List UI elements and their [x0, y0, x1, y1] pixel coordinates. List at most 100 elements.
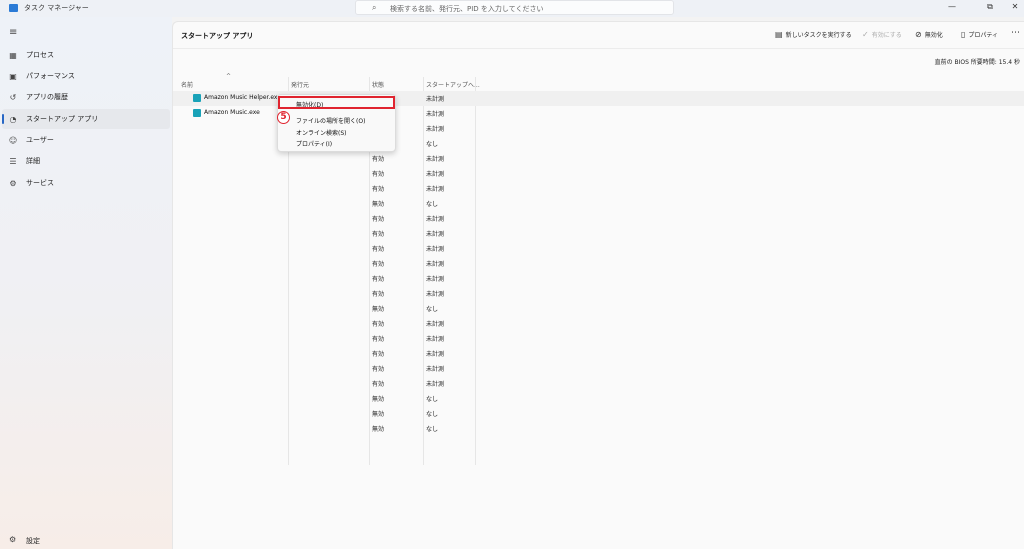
impact-cell: 未計測	[426, 111, 445, 118]
impact-cell: 未計測	[426, 246, 445, 253]
status-cell: 有効	[372, 321, 385, 328]
column-header-name[interactable]: 名前	[181, 80, 193, 89]
bios-time: 直前の BIOS 所要時間: 15.4 秒	[934, 59, 1020, 66]
table-row[interactable]: 有効 未計測	[173, 316, 1024, 331]
table-row[interactable]: 有効 未計測	[173, 151, 1024, 166]
impact-cell: なし	[426, 141, 439, 148]
table-row[interactable]: 有効 未計測	[173, 181, 1024, 196]
sidebar-item-label: ユーザー	[26, 136, 54, 144]
column-header-startup-impact[interactable]: スタートアップへ...	[426, 80, 480, 89]
disable-label: 無効化	[924, 32, 943, 39]
menu-item-properties[interactable]: プロパティ(I)	[296, 139, 332, 148]
sidebar-item-startup-apps[interactable]: ◔ スタートアップ アプリ	[2, 109, 170, 129]
menu-item-open-file-location[interactable]: ファイルの場所を開く(O)	[296, 116, 365, 125]
table-row[interactable]: 無効 なし	[173, 406, 1024, 421]
impact-cell: 未計測	[426, 96, 445, 103]
sort-ascending-icon: ^	[226, 73, 232, 80]
table-row[interactable]: 有効 未計測	[173, 376, 1024, 391]
menu-item-search-online[interactable]: オンライン検索(S)	[296, 128, 347, 137]
sidebar-item-app-history[interactable]: ↺ アプリの履歴	[0, 87, 172, 107]
new-task-button[interactable]: ▤ 新しいタスクを実行する	[775, 30, 852, 39]
sidebar-item-label: 詳細	[26, 157, 40, 165]
sidebar-item-label: プロセス	[26, 51, 54, 59]
impact-cell: 未計測	[426, 126, 445, 133]
table-row[interactable]: 無効 なし	[173, 391, 1024, 406]
properties-button[interactable]: ▯ プロパティ	[961, 30, 998, 39]
sidebar-item-label: サービス	[26, 179, 54, 187]
table-row[interactable]: 有効 未計測	[173, 256, 1024, 271]
table-row[interactable]: 有効 未計測	[173, 226, 1024, 241]
table-row[interactable]: 無効 なし	[173, 301, 1024, 316]
status-cell: 有効	[372, 231, 385, 238]
step-number-badge: 5	[277, 111, 290, 124]
app-name: Amazon Music.exe	[204, 109, 260, 116]
app-icon	[193, 94, 201, 102]
impact-cell: なし	[426, 201, 439, 208]
header-divider	[173, 48, 1024, 49]
users-icon: ☺	[8, 135, 18, 145]
speedometer-icon: ◔	[9, 114, 17, 124]
status-cell: 無効	[372, 426, 385, 433]
more-options-button[interactable]: ⋯	[1011, 28, 1020, 38]
sidebar-item-users[interactable]: ☺ ユーザー	[0, 130, 172, 150]
enable-button[interactable]: ✓ 有効にする	[862, 30, 902, 39]
app-name: Amazon Music Helper.exe	[204, 94, 281, 101]
status-cell: 有効	[372, 351, 385, 358]
status-cell: 有効	[372, 336, 385, 343]
table-row[interactable]: 有効 未計測	[173, 331, 1024, 346]
sidebar-item-label: パフォーマンス	[26, 72, 75, 80]
enable-label: 有効にする	[871, 32, 902, 39]
status-cell: 無効	[372, 201, 385, 208]
status-cell: 有効	[372, 291, 385, 298]
task-manager-icon	[9, 4, 18, 12]
disable-button[interactable]: ⊘ 無効化	[915, 30, 943, 39]
table-row[interactable]: 有効 未計測	[173, 271, 1024, 286]
impact-cell: なし	[426, 411, 439, 418]
grid-icon: ▦	[9, 50, 17, 60]
sidebar-item-details[interactable]: ☰ 詳細	[0, 151, 172, 171]
maximize-button[interactable]: ⧉	[981, 2, 999, 12]
sidebar-item-services[interactable]: ⚙ サービス	[0, 173, 172, 193]
table-row[interactable]: 有効 未計測	[173, 166, 1024, 181]
active-indicator	[2, 114, 4, 124]
properties-label: プロパティ	[968, 32, 999, 39]
highlight-box	[278, 96, 395, 109]
table-row[interactable]: 無効 なし	[173, 196, 1024, 211]
table-row[interactable]: 有効 未計測	[173, 241, 1024, 256]
status-cell: 無効	[372, 396, 385, 403]
puzzle-icon: ⚙	[9, 178, 17, 188]
table-row[interactable]: 有効 未計測	[173, 286, 1024, 301]
block-icon: ⊘	[915, 30, 922, 39]
impact-cell: 未計測	[426, 156, 445, 163]
impact-cell: 未計測	[426, 276, 445, 283]
status-cell: 有効	[372, 216, 385, 223]
status-cell: 有効	[372, 366, 385, 373]
sidebar-item-processes[interactable]: ▦ プロセス	[0, 45, 172, 65]
impact-cell: なし	[426, 396, 439, 403]
status-cell: 無効	[372, 306, 385, 313]
table-row[interactable]: 有効 未計測	[173, 211, 1024, 226]
sidebar: ≡ ▦ プロセス ▣ パフォーマンス ↺ アプリの履歴 ◔ スタートアップ アプ…	[0, 17, 172, 549]
window-title: タスク マネージャー	[24, 4, 89, 12]
impact-cell: なし	[426, 306, 439, 313]
impact-cell: 未計測	[426, 366, 445, 373]
column-header-publisher[interactable]: 発行元	[291, 80, 309, 89]
status-cell: 無効	[372, 411, 385, 418]
sidebar-item-settings[interactable]: ⚙ 設定	[0, 532, 172, 549]
status-cell: 有効	[372, 186, 385, 193]
table-row[interactable]: 有効 未計測	[173, 346, 1024, 361]
impact-cell: 未計測	[426, 186, 445, 193]
minimize-button[interactable]: —	[943, 2, 961, 11]
table-row[interactable]: 無効 なし	[173, 421, 1024, 436]
hamburger-menu-icon[interactable]: ≡	[9, 27, 17, 38]
sidebar-item-performance[interactable]: ▣ パフォーマンス	[0, 66, 172, 86]
impact-cell: 未計測	[426, 321, 445, 328]
check-icon: ✓	[862, 30, 869, 39]
search-input[interactable]: ⌕ 検索する名前、発行元、PID を入力してください	[355, 0, 674, 15]
status-cell: 有効	[372, 381, 385, 388]
table-row[interactable]: 有効 未計測	[173, 361, 1024, 376]
close-button[interactable]: ✕	[1006, 2, 1024, 11]
performance-icon: ▣	[9, 71, 17, 81]
column-header-status[interactable]: 状態	[372, 80, 384, 89]
run-task-icon: ▤	[775, 30, 783, 39]
